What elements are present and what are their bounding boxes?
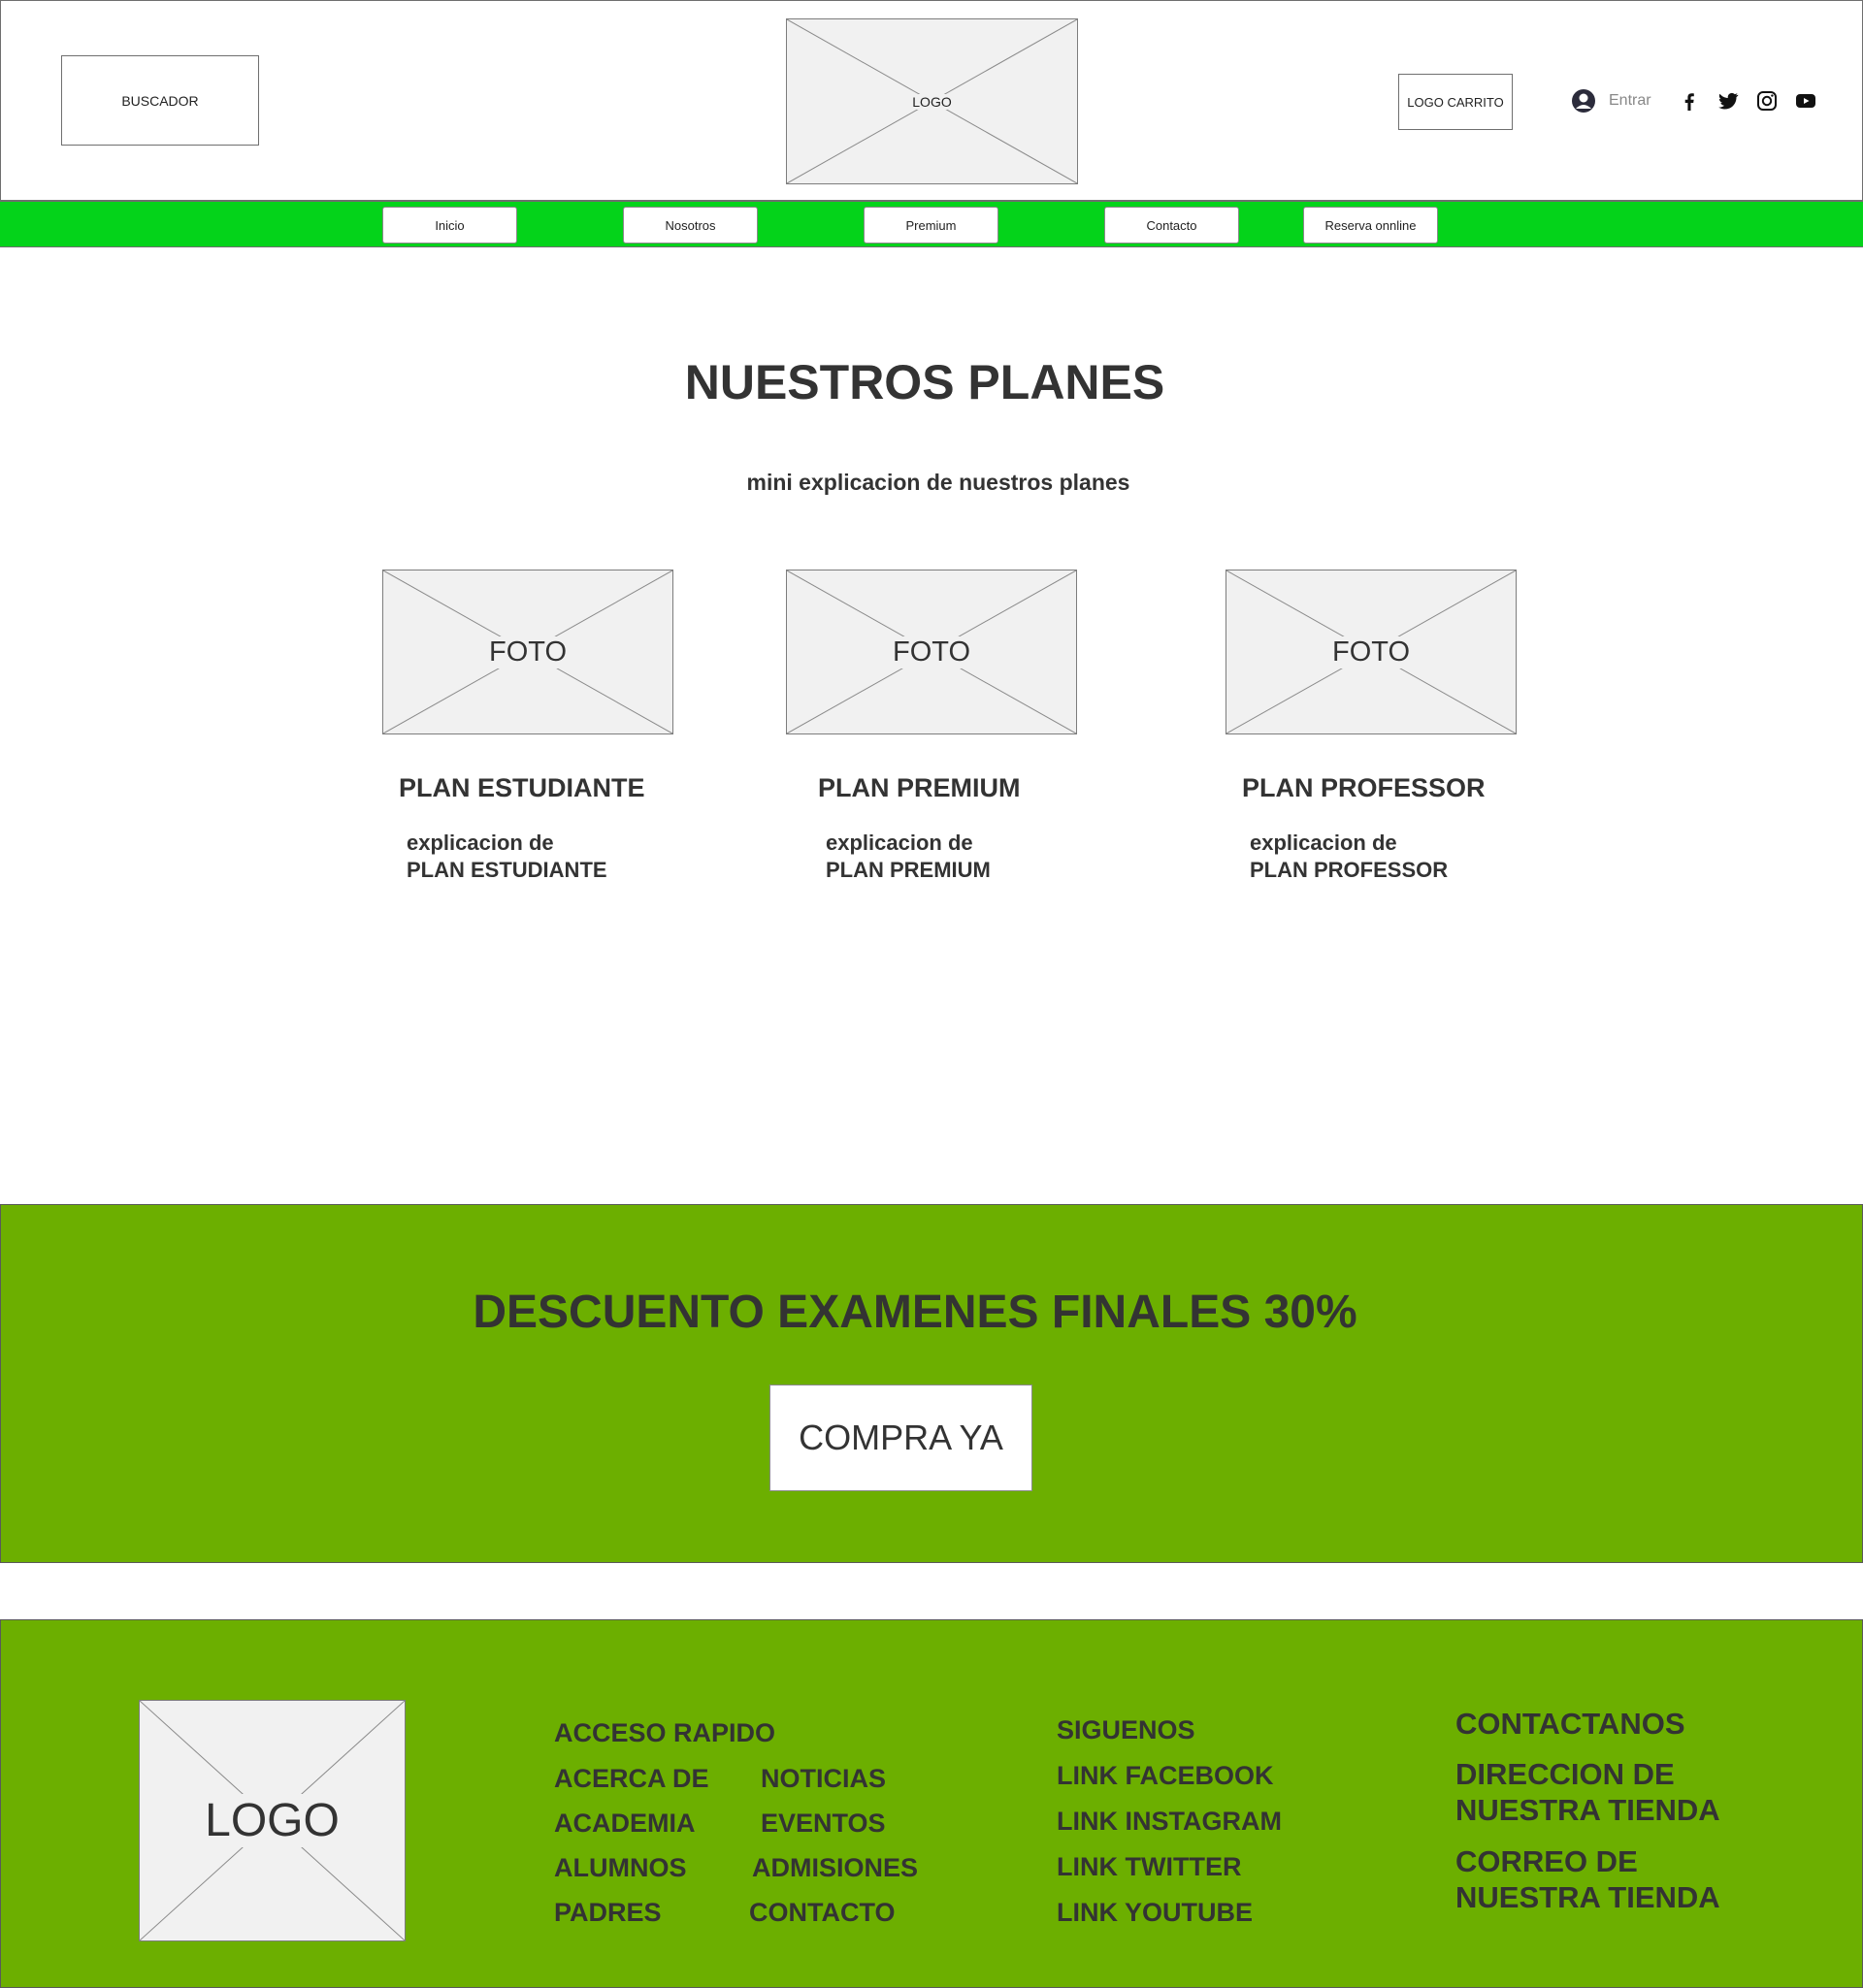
nav-label: Premium <box>905 217 957 233</box>
store-email-line: CORREO DE <box>1455 1844 1638 1878</box>
plan-description: explicacion de PLAN PREMIUM <box>826 830 991 884</box>
youtube-icon[interactable] <box>1794 89 1817 113</box>
plan-photo[interactable]: FOTO <box>786 570 1077 734</box>
plan-desc-line: explicacion de <box>1250 831 1397 855</box>
quick-access-heading: ACCESO RAPIDO <box>554 1718 776 1747</box>
footer-link-facebook[interactable]: LINK FACEBOOK <box>1057 1761 1274 1791</box>
footer-link-academia[interactable]: ACADEMIA <box>554 1809 696 1839</box>
plan-desc-line: explicacion de <box>826 831 973 855</box>
nav-label: Reserva onnline <box>1324 217 1417 233</box>
footer-link-youtube[interactable]: LINK YOUTUBE <box>1057 1898 1253 1928</box>
page-title: NUESTROS PLANES <box>684 355 1165 409</box>
photo-label: FOTO <box>1327 636 1415 668</box>
plan-desc-line: PLAN PREMIUM <box>826 858 991 882</box>
login-link[interactable]: Entrar <box>1570 86 1677 115</box>
footer-logo-label: LOGO <box>201 1794 343 1847</box>
contact-heading: CONTACTANOS <box>1455 1707 1685 1741</box>
promo-banner: DESCUENTO EXAMENES FINALES 30% COMPRA YA <box>0 1204 1863 1563</box>
plan-title: PLAN PROFESSOR <box>1242 773 1486 802</box>
plan-desc-line: explicacion de <box>407 831 554 855</box>
nav-nosotros[interactable]: Nosotros <box>623 207 758 244</box>
store-address: DIRECCION DE NUESTRA TIENDA <box>1455 1756 1720 1828</box>
store-email-line: NUESTRA TIENDA <box>1455 1880 1720 1914</box>
site-header: BUSCADOR LOGO LOGO CARRITO Entrar <box>0 0 1863 201</box>
footer-link-padres[interactable]: PADRES <box>554 1898 662 1928</box>
facebook-icon[interactable] <box>1678 89 1701 113</box>
nav-inicio[interactable]: Inicio <box>382 207 517 244</box>
buy-now-label: COMPRA YA <box>799 1418 1003 1457</box>
footer-link-admisiones[interactable]: ADMISIONES <box>752 1853 918 1883</box>
login-label: Entrar <box>1609 92 1651 109</box>
footer-logo[interactable]: LOGO <box>139 1700 406 1941</box>
footer-link-instagram[interactable]: LINK INSTAGRAM <box>1057 1807 1282 1837</box>
nav-label: Nosotros <box>665 217 716 233</box>
plan-desc-line: PLAN PROFESSOR <box>1250 858 1449 882</box>
search-label: BUSCADOR <box>121 92 199 109</box>
nav-reserva-online[interactable]: Reserva onnline <box>1303 207 1438 244</box>
plan-photo[interactable]: FOTO <box>382 570 673 734</box>
plan-title: PLAN ESTUDIANTE <box>399 773 645 802</box>
nav-label: Inicio <box>435 217 465 233</box>
footer-link-twitter[interactable]: LINK TWITTER <box>1057 1852 1241 1882</box>
page-subtitle: mini explicacion de nuestros planes <box>746 470 1130 495</box>
footer-link-contacto[interactable]: CONTACTO <box>749 1898 896 1928</box>
site-footer: LOGO ACCESO RAPIDO ACERCA DE ACADEMIA AL… <box>0 1619 1863 1988</box>
store-address-line: NUESTRA TIENDA <box>1455 1793 1720 1827</box>
plan-photo[interactable]: FOTO <box>1226 570 1517 734</box>
plan-title: PLAN PREMIUM <box>818 773 1021 802</box>
footer-link-acerca-de[interactable]: ACERCA DE <box>554 1764 709 1794</box>
nav-premium[interactable]: Premium <box>864 207 998 244</box>
footer-link-eventos[interactable]: EVENTOS <box>761 1809 886 1839</box>
plan-desc-line: PLAN ESTUDIANTE <box>407 858 607 882</box>
user-avatar-icon <box>1572 89 1595 113</box>
plan-description: explicacion de PLAN ESTUDIANTE <box>407 830 607 884</box>
main-nav: Inicio Nosotros Premium Contacto Reserva… <box>0 201 1863 247</box>
photo-label: FOTO <box>484 636 572 668</box>
promo-title: DESCUENTO EXAMENES FINALES 30% <box>473 1287 1357 1338</box>
follow-heading: SIGUENOS <box>1057 1715 1195 1744</box>
nav-label: Contacto <box>1146 217 1197 233</box>
twitter-icon[interactable] <box>1716 89 1740 113</box>
store-address-line: DIRECCION DE <box>1455 1757 1675 1791</box>
cart-logo[interactable]: LOGO CARRITO <box>1398 74 1513 130</box>
cart-label: LOGO CARRITO <box>1407 94 1504 110</box>
logo-label: LOGO <box>908 93 956 110</box>
buy-now-button[interactable]: COMPRA YA <box>769 1385 1032 1491</box>
footer-link-alumnos[interactable]: ALUMNOS <box>554 1853 687 1883</box>
store-email: CORREO DE NUESTRA TIENDA <box>1455 1843 1720 1915</box>
instagram-icon[interactable] <box>1755 89 1779 113</box>
photo-label: FOTO <box>888 636 975 668</box>
search-box[interactable]: BUSCADOR <box>61 55 259 146</box>
footer-link-noticias[interactable]: NOTICIAS <box>761 1764 886 1794</box>
nav-contacto[interactable]: Contacto <box>1104 207 1239 244</box>
logo-placeholder[interactable]: LOGO <box>786 18 1078 184</box>
plan-description: explicacion de PLAN PROFESSOR <box>1250 830 1448 884</box>
